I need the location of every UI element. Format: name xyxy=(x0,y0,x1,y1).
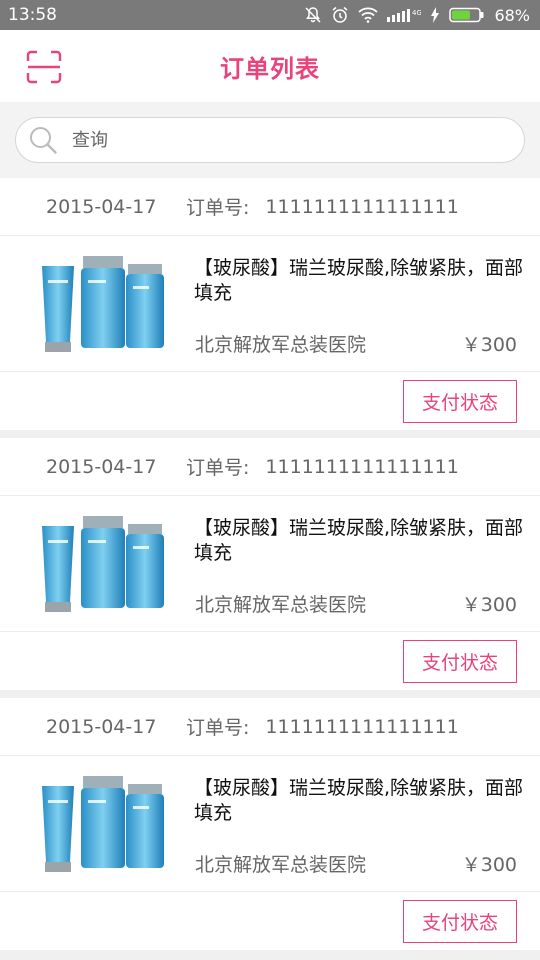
product-name: 【玻尿酸】瑞兰玻尿酸,除皱紧肤，面部填充 xyxy=(194,777,524,824)
status-time: 13:58 xyxy=(8,5,57,25)
signal-icon: 4G xyxy=(387,9,421,22)
alarm-icon xyxy=(332,6,348,23)
svg-text:4G: 4G xyxy=(412,9,421,17)
price: ￥300 xyxy=(461,854,517,876)
product-image xyxy=(42,256,164,352)
order-card: 2015-04-17 订单号: 1111111111111111 【玻尿酸】瑞兰… xyxy=(0,438,540,690)
order-footer: 支付状态 xyxy=(0,892,540,950)
order-product[interactable]: 【玻尿酸】瑞兰玻尿酸,除皱紧肤，面部填充 北京解放军总装医院 ￥300 xyxy=(0,236,540,372)
price: ￥300 xyxy=(461,334,517,356)
nav-bar: 订单列表 xyxy=(0,30,540,102)
search-box[interactable] xyxy=(15,117,525,163)
order-number: 1111111111111111 xyxy=(265,455,459,478)
scan-button[interactable] xyxy=(26,50,62,84)
mute-icon xyxy=(305,7,321,23)
order-number-label: 订单号: xyxy=(186,717,250,739)
wifi-icon xyxy=(358,7,379,23)
page-title: 订单列表 xyxy=(220,54,320,83)
hospital-name: 北京解放军总装医院 xyxy=(195,594,367,616)
product-name: 【玻尿酸】瑞兰玻尿酸,除皱紧肤，面部填充 xyxy=(194,517,524,564)
order-number: 1111111111111111 xyxy=(265,715,459,738)
order-footer: 支付状态 xyxy=(0,372,540,430)
hospital-name: 北京解放军总装医院 xyxy=(195,334,367,356)
order-footer: 支付状态 xyxy=(0,632,540,690)
pay-status-button[interactable]: 支付状态 xyxy=(403,900,517,943)
product-image xyxy=(42,516,164,612)
search-section xyxy=(0,102,540,178)
search-input[interactable] xyxy=(72,129,492,151)
pay-status-button[interactable]: 支付状态 xyxy=(403,380,517,423)
order-header: 2015-04-17 订单号: 1111111111111111 xyxy=(0,438,540,496)
battery-percent: 68% xyxy=(494,5,530,25)
order-product[interactable]: 【玻尿酸】瑞兰玻尿酸,除皱紧肤，面部填充 北京解放军总装医院 ￥300 xyxy=(0,756,540,892)
battery-icon xyxy=(449,7,484,23)
hospital-name: 北京解放军总装医院 xyxy=(195,854,367,876)
scan-icon xyxy=(26,50,62,84)
order-header: 2015-04-17 订单号: 1111111111111111 xyxy=(0,698,540,756)
status-bar: 13:58 4G 68% xyxy=(0,0,540,30)
order-product[interactable]: 【玻尿酸】瑞兰玻尿酸,除皱紧肤，面部填充 北京解放军总装医院 ￥300 xyxy=(0,496,540,632)
order-number-label: 订单号: xyxy=(186,457,250,479)
order-list: 2015-04-17 订单号: 1111111111111111 【玻尿酸】瑞兰… xyxy=(0,178,540,958)
product-name: 【玻尿酸】瑞兰玻尿酸,除皱紧肤，面部填充 xyxy=(194,257,524,304)
order-number: 1111111111111111 xyxy=(265,195,459,218)
charging-icon xyxy=(431,7,440,23)
pay-status-button[interactable]: 支付状态 xyxy=(403,640,517,683)
status-icons: 4G 68% xyxy=(304,6,530,25)
order-card: 2015-04-17 订单号: 1111111111111111 【玻尿酸】瑞兰… xyxy=(0,178,540,430)
order-number-label: 订单号: xyxy=(186,197,250,219)
order-date: 2015-04-17 xyxy=(46,195,157,218)
product-image xyxy=(42,776,164,872)
price: ￥300 xyxy=(461,594,517,616)
search-icon xyxy=(30,127,57,154)
order-date: 2015-04-17 xyxy=(46,455,157,478)
order-card: 2015-04-17 订单号: 1111111111111111 【玻尿酸】瑞兰… xyxy=(0,698,540,950)
order-header: 2015-04-17 订单号: 1111111111111111 xyxy=(0,178,540,236)
order-date: 2015-04-17 xyxy=(46,715,157,738)
